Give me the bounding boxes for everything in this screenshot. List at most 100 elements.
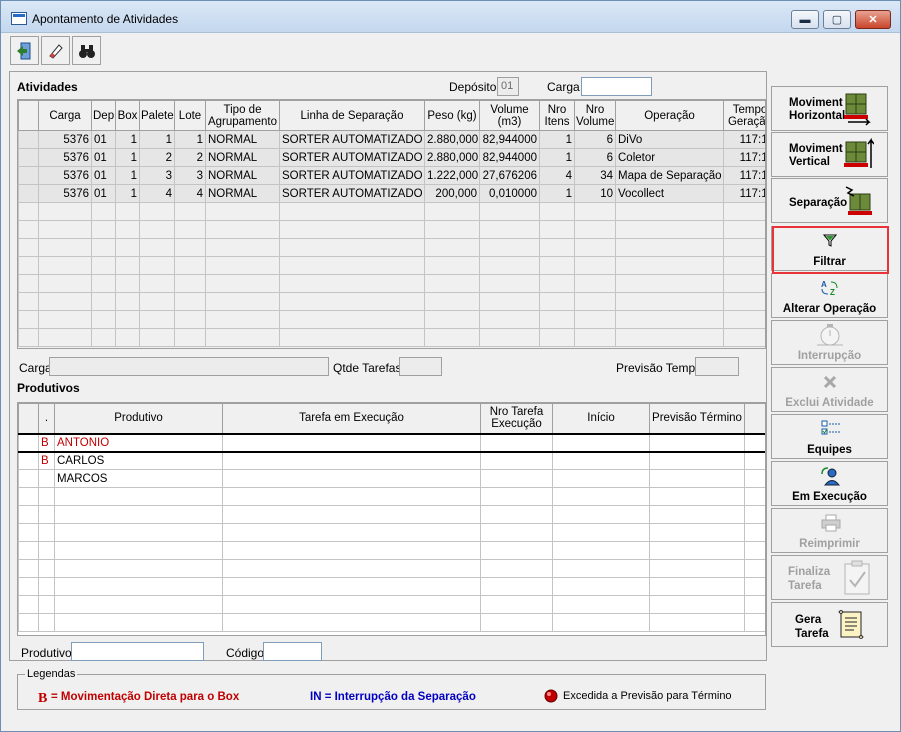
column-header[interactable]: Nro Itens [539, 100, 575, 131]
row-selector[interactable] [18, 505, 39, 524]
row-selector[interactable] [18, 166, 39, 185]
list-item[interactable] [18, 487, 765, 506]
row-selector[interactable] [18, 487, 39, 506]
codigo-input[interactable] [263, 642, 322, 661]
table-cell [424, 274, 480, 293]
row-selector[interactable] [18, 130, 39, 149]
row-selector[interactable] [18, 184, 39, 203]
finaliza-tarefa-button[interactable]: Finaliza Tarefa [771, 555, 888, 600]
row-selector[interactable] [18, 451, 39, 470]
exclui-atividade-button[interactable]: Exclui Atividade [771, 367, 888, 412]
alterar-operacao-button[interactable]: AZ Alterar Operação [771, 273, 888, 318]
table-row[interactable] [18, 328, 765, 347]
column-header[interactable]: Volume (m3) [479, 100, 540, 131]
table-row[interactable]: 5376 01 1 4 4 NORMAL SORTER AUTOMATIZADO 200,00… [18, 184, 765, 203]
table-row[interactable] [18, 202, 765, 221]
list-item[interactable]: B CARLOS [18, 451, 765, 470]
minimize-button[interactable]: ▬ [791, 10, 819, 29]
table-row[interactable] [18, 238, 765, 257]
gera-tarefa-button[interactable]: Gera Tarefa [771, 602, 888, 647]
table-row[interactable]: 5376 01 1 3 3 NORMAL SORTER AUTOMATIZADO 1.222,… [18, 166, 765, 185]
produtivo-input[interactable] [71, 642, 204, 661]
moviment-horizontal-button[interactable]: Moviment Horizontal [771, 86, 888, 131]
table-cell: 1 [115, 130, 140, 149]
row-selector[interactable] [18, 559, 39, 578]
deposito-field[interactable]: 01 [497, 77, 519, 96]
reimprimir-button[interactable]: Reimprimir [771, 508, 888, 553]
column-header[interactable]: Palete [139, 100, 175, 131]
table-row[interactable] [18, 256, 765, 275]
equipes-button[interactable]: Equipes [771, 414, 888, 459]
row-selector[interactable] [18, 432, 39, 453]
clear-button[interactable] [41, 36, 70, 65]
search-button[interactable] [72, 36, 101, 65]
maximize-button[interactable]: ▢ [823, 10, 851, 29]
table-row[interactable] [18, 274, 765, 293]
em-execucao-button[interactable]: Em Execução [771, 461, 888, 506]
row-selector[interactable] [18, 256, 39, 275]
column-header[interactable]: Dep [91, 100, 116, 131]
column-header[interactable]: Previsão Término [649, 403, 745, 434]
row-selector[interactable] [18, 238, 39, 257]
list-item[interactable] [18, 577, 765, 596]
column-header[interactable]: Tarefa em Execução [222, 403, 481, 434]
separacao-button[interactable]: Separação [771, 178, 888, 223]
list-item[interactable] [18, 523, 765, 542]
table-cell [54, 487, 223, 506]
row-selector[interactable] [18, 328, 39, 347]
filtrar-button[interactable]: Filtrar [771, 226, 888, 271]
row-selector[interactable] [18, 541, 39, 560]
table-cell [744, 541, 765, 560]
row-selector[interactable] [18, 577, 39, 596]
column-header[interactable]: Linha de Separação [279, 100, 425, 131]
moviment-horizontal-label-1: Moviment [789, 97, 843, 109]
table-row[interactable] [18, 220, 765, 239]
column-header[interactable]: Carga [38, 100, 92, 131]
table-cell [649, 577, 745, 596]
carga-input[interactable] [581, 77, 652, 96]
exit-button[interactable] [10, 36, 39, 65]
list-item[interactable] [18, 541, 765, 560]
table-cell [649, 523, 745, 542]
table-row[interactable] [18, 310, 765, 329]
list-item[interactable] [18, 613, 765, 632]
column-header[interactable]: Peso (kg) [424, 100, 480, 131]
table-row[interactable]: 5376 01 1 2 2 NORMAL SORTER AUTOMATIZADO 2.880,… [18, 148, 765, 167]
list-item[interactable]: B ANTONIO [18, 432, 765, 453]
row-selector[interactable] [18, 469, 39, 488]
moviment-vertical-button[interactable]: Moviment Vertical [771, 132, 888, 177]
column-header[interactable]: Lote [174, 100, 206, 131]
close-button[interactable]: ✕ [855, 10, 891, 29]
swap-az-icon: AZ [821, 280, 838, 297]
column-header[interactable]: Nro Tarefa Execução [480, 403, 553, 434]
column-header[interactable]: Box [115, 100, 140, 131]
column-header[interactable]: Operação [615, 100, 724, 131]
list-item[interactable]: MARCOS [18, 469, 765, 488]
table-row[interactable]: 5376 01 1 1 1 NORMAL SORTER AUTOMATIZADO 2.880,… [18, 130, 765, 149]
column-header[interactable]: . [38, 403, 55, 434]
row-selector[interactable] [18, 613, 39, 632]
table-cell: NORMAL [205, 130, 280, 149]
row-selector[interactable] [18, 220, 39, 239]
row-selector[interactable] [18, 595, 39, 614]
column-header[interactable]: Nro Volume [574, 100, 616, 131]
list-item[interactable] [18, 559, 765, 578]
column-header[interactable]: Tempo Geração [723, 100, 765, 131]
row-selector[interactable] [18, 202, 39, 221]
table-cell [744, 577, 765, 596]
interrupcao-button[interactable]: Interrupção [771, 320, 888, 365]
table-cell [479, 202, 540, 221]
column-header[interactable]: Início [552, 403, 650, 434]
row-selector[interactable] [18, 292, 39, 311]
list-item[interactable] [18, 595, 765, 614]
row-selector[interactable] [18, 523, 39, 542]
row-selector[interactable] [18, 148, 39, 167]
table-cell [649, 469, 745, 488]
column-header[interactable]: Tipo de Agrupamento [205, 100, 280, 131]
table-cell [38, 523, 55, 542]
row-selector[interactable] [18, 310, 39, 329]
row-selector[interactable] [18, 274, 39, 293]
list-item[interactable] [18, 505, 765, 524]
table-row[interactable] [18, 292, 765, 311]
column-header[interactable]: Produtivo [54, 403, 223, 434]
